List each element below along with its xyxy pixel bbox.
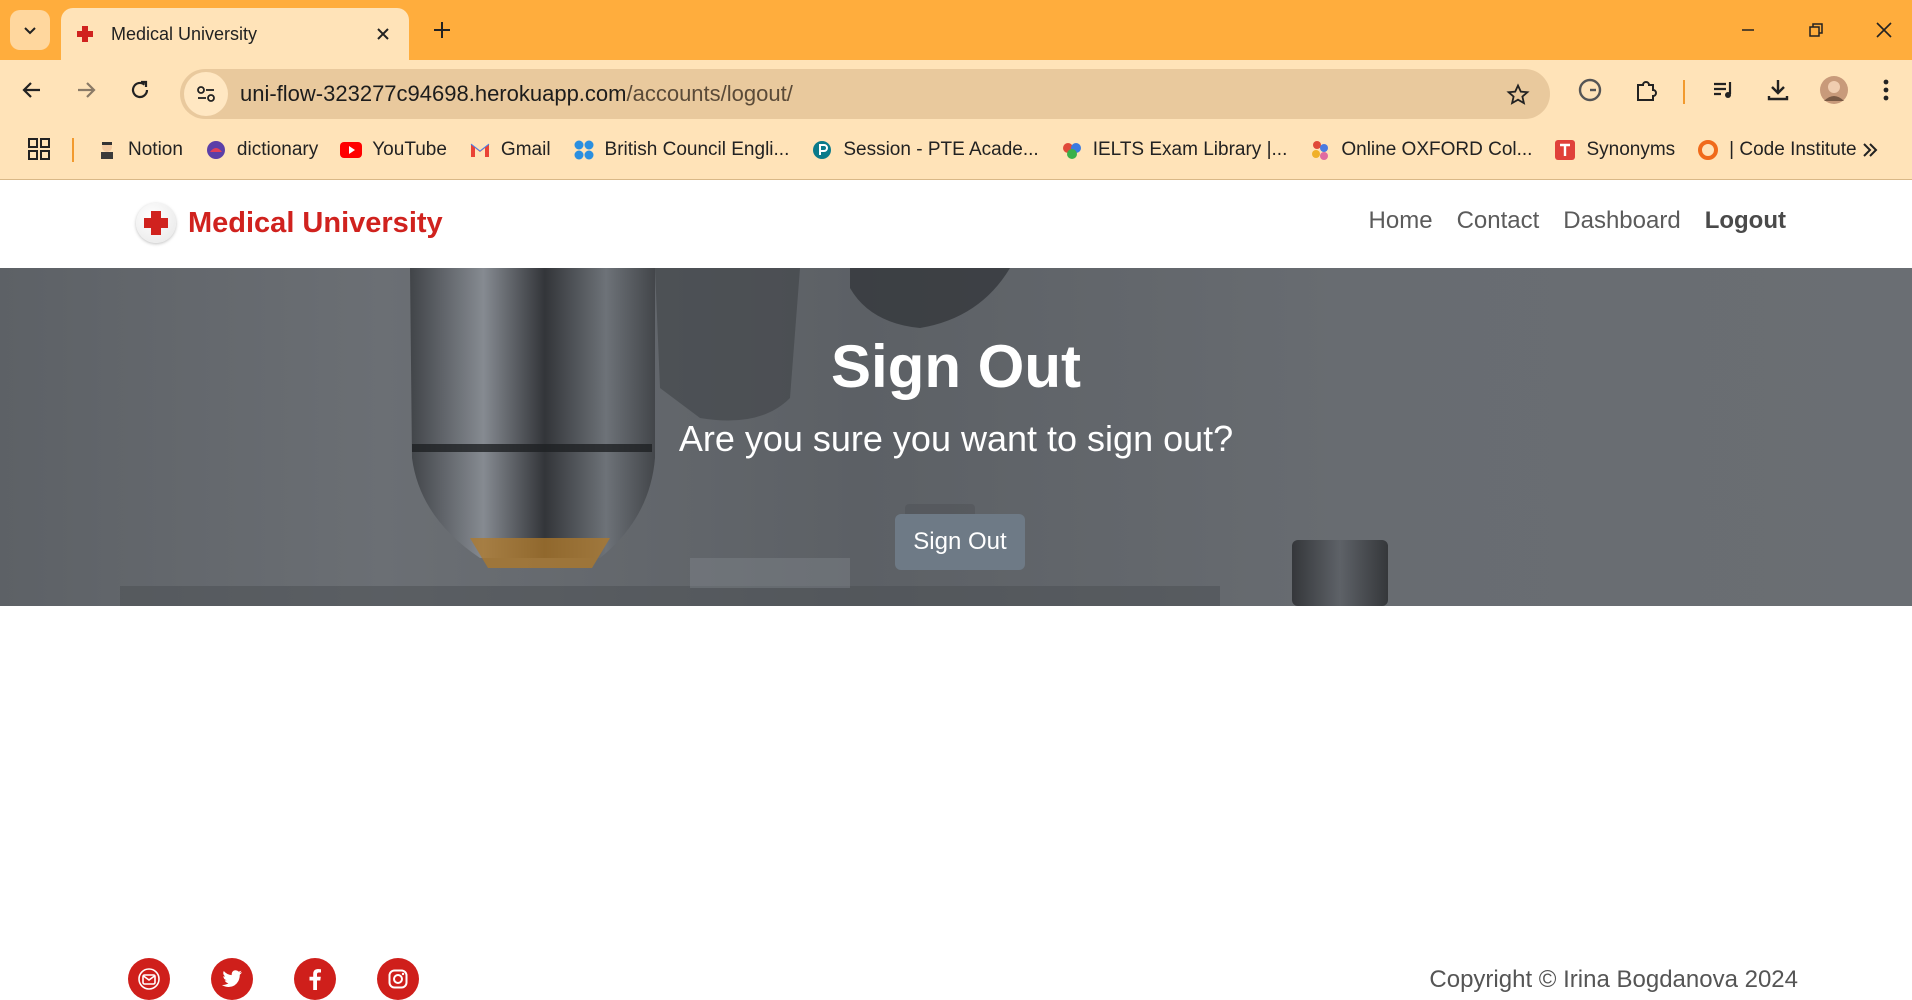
bookmark-youtube[interactable]: YouTube xyxy=(340,139,447,161)
bookmark-label: British Council Engli... xyxy=(604,139,790,160)
bookmark-label: Session - PTE Acade... xyxy=(843,139,1039,160)
facebook-icon[interactable] xyxy=(294,958,336,1000)
forward-button[interactable] xyxy=(68,72,104,108)
restore-window-button[interactable] xyxy=(1788,8,1844,52)
tab-search-button[interactable] xyxy=(10,10,50,50)
bookmark-label: YouTube xyxy=(372,139,447,160)
bookmark-synonyms[interactable]: Synonyms xyxy=(1554,139,1675,161)
reload-icon xyxy=(131,80,149,99)
reload-button[interactable] xyxy=(122,72,158,108)
main-menu: Home Contact Dashboard Logout xyxy=(1345,207,1786,235)
twitter-icon[interactable] xyxy=(211,958,253,1000)
minimize-window-button[interactable] xyxy=(1720,8,1776,52)
british-council-icon xyxy=(573,139,595,161)
url-path: /accounts/logout/ xyxy=(626,81,793,106)
bookmark-label: Gmail xyxy=(500,139,551,160)
bookmarks-list: Notion dictionary YouTube Gmail British … xyxy=(96,120,1879,180)
bookmark-label: dictionary xyxy=(236,139,319,160)
site-settings-icon[interactable] xyxy=(184,72,228,116)
bookmark-pte[interactable]: Session - PTE Acade... xyxy=(811,139,1039,161)
address-bar[interactable]: uni-flow-323277c94698.herokuapp.com/acco… xyxy=(180,69,1550,119)
nav-contact[interactable]: Contact xyxy=(1457,207,1540,235)
bookmarks-separator xyxy=(72,138,74,162)
notion-icon xyxy=(96,139,118,161)
signout-hero: Sign Out Are you sure you want to sign o… xyxy=(0,268,1912,606)
browser-toolbar: uni-flow-323277c94698.herokuapp.com/acco… xyxy=(0,60,1912,120)
email-icon[interactable] xyxy=(128,958,170,1000)
bookmark-british-council[interactable]: British Council Engli... xyxy=(573,139,790,161)
url-host: uni-flow-323277c94698.herokuapp.com xyxy=(240,81,627,106)
bookmark-label: Online OXFORD Col... xyxy=(1341,139,1533,160)
media-queue-icon[interactable] xyxy=(1708,74,1740,106)
close-tab-icon[interactable] xyxy=(371,22,395,46)
instagram-icon[interactable] xyxy=(377,958,419,1000)
downloads-icon[interactable] xyxy=(1762,74,1794,106)
brand-link[interactable]: Medical University xyxy=(136,203,443,243)
grammarly-extension-icon[interactable] xyxy=(1574,74,1606,106)
red-cross-logo-icon xyxy=(136,203,176,243)
url-text: uni-flow-323277c94698.herokuapp.com/acco… xyxy=(240,81,793,107)
toolbar-separator xyxy=(1683,80,1685,104)
hero-title: Sign Out xyxy=(831,333,1081,400)
bookmark-oxford[interactable]: Online OXFORD Col... xyxy=(1309,139,1532,161)
apps-grid-icon[interactable] xyxy=(26,136,52,162)
plus-icon xyxy=(434,22,450,38)
site-footer: Copyright © Irina Bogdanova 2024 xyxy=(0,958,1912,1000)
extensions-puzzle-icon[interactable] xyxy=(1630,74,1662,106)
brand-name: Medical University xyxy=(188,206,443,239)
close-window-button[interactable] xyxy=(1856,8,1912,52)
sign-out-button[interactable]: Sign Out xyxy=(895,514,1025,570)
dictionary-icon xyxy=(205,139,227,161)
bookmark-star-icon[interactable] xyxy=(1504,81,1532,109)
copyright-text: Copyright © Irina Bogdanova 2024 xyxy=(1429,966,1798,993)
bookmarks-bar: Notion dictionary YouTube Gmail British … xyxy=(0,120,1912,180)
minimize-icon xyxy=(1742,29,1754,31)
new-tab-button[interactable] xyxy=(424,12,460,48)
arrow-left-icon xyxy=(22,82,40,98)
oxford-icon xyxy=(1309,139,1331,161)
bookmark-code-institute[interactable]: | Code Institute xyxy=(1697,139,1857,161)
nav-logout[interactable]: Logout xyxy=(1705,207,1786,235)
web-page: Medical University Home Contact Dashboar… xyxy=(0,181,1912,1000)
bookmark-label: Synonyms xyxy=(1586,139,1676,160)
bookmark-gmail[interactable]: Gmail xyxy=(469,139,551,161)
bookmark-notion[interactable]: Notion xyxy=(96,139,183,161)
bookmarks-overflow-icon[interactable] xyxy=(1856,136,1884,164)
bookmark-dictionary[interactable]: dictionary xyxy=(205,139,318,161)
bookmark-label: | Code Institute xyxy=(1729,139,1857,160)
synonyms-icon xyxy=(1554,139,1576,161)
browser-menu-icon[interactable] xyxy=(1870,74,1902,106)
bookmark-label: Notion xyxy=(128,139,183,160)
back-button[interactable] xyxy=(14,72,50,108)
nav-home[interactable]: Home xyxy=(1369,207,1433,235)
pte-icon xyxy=(811,139,833,161)
code-institute-icon xyxy=(1697,139,1719,161)
ielts-icon xyxy=(1061,139,1083,161)
site-navbar: Medical University Home Contact Dashboar… xyxy=(0,181,1912,268)
close-icon xyxy=(1876,22,1892,38)
gmail-icon xyxy=(469,139,491,161)
profile-avatar[interactable] xyxy=(1818,74,1850,106)
hero-subtitle: Are you sure you want to sign out? xyxy=(678,418,1234,459)
bookmark-label: IELTS Exam Library |... xyxy=(1092,139,1288,160)
bookmark-ielts[interactable]: IELTS Exam Library |... xyxy=(1061,139,1288,161)
restore-icon xyxy=(1809,23,1823,37)
nav-dashboard[interactable]: Dashboard xyxy=(1563,207,1680,235)
tab-title: Medical University xyxy=(111,23,258,44)
youtube-icon xyxy=(340,139,363,161)
browser-tab[interactable]: Medical University xyxy=(61,8,409,60)
red-cross-favicon-icon xyxy=(75,24,95,44)
browser-tabstrip: Medical University xyxy=(0,0,1912,60)
arrow-right-icon xyxy=(78,82,96,98)
chevron-down-icon xyxy=(24,27,36,35)
